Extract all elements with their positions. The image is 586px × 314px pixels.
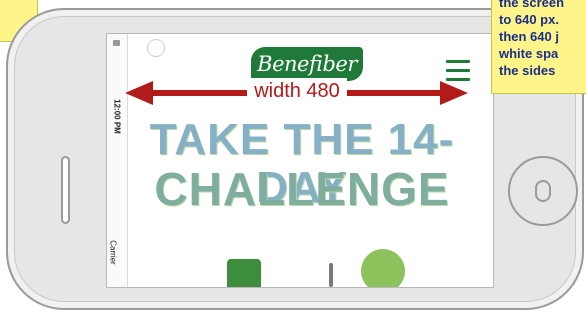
menu-bar [446,69,470,72]
sticky-note-right: the screen to 640 px. then 640 j white s… [491,0,586,94]
home-button-icon [535,180,551,202]
product-jar [227,259,261,287]
width-label: width 480 [247,78,347,104]
product-circle [361,249,405,287]
arrow-right-head [440,81,468,105]
phone-side-slot [61,156,70,224]
lock-icon [113,40,120,46]
menu-bar [446,60,470,63]
menu-icon[interactable] [446,60,470,82]
note-line: white spa [499,46,559,61]
home-button[interactable] [508,156,578,226]
hero-title-line2: CHALLENGE [154,163,450,215]
status-bar: 12:00 PM Carrier [107,34,128,287]
status-carrier: Carrier [108,240,118,265]
arrow-left-head [125,81,153,105]
brand-logo[interactable]: Benefiber [251,47,363,81]
product-stick [329,263,333,287]
status-time: 12:00 PM [112,99,122,134]
note-line: the screen [499,0,565,10]
note-line: the sides [499,63,556,78]
phone-screen: 12:00 PM Carrier Benefiber TAKE THE 14-D… [106,33,494,288]
camera-circle [147,39,165,57]
note-line: to 640 px. [499,12,559,27]
note-line: then 640 j [499,29,559,44]
